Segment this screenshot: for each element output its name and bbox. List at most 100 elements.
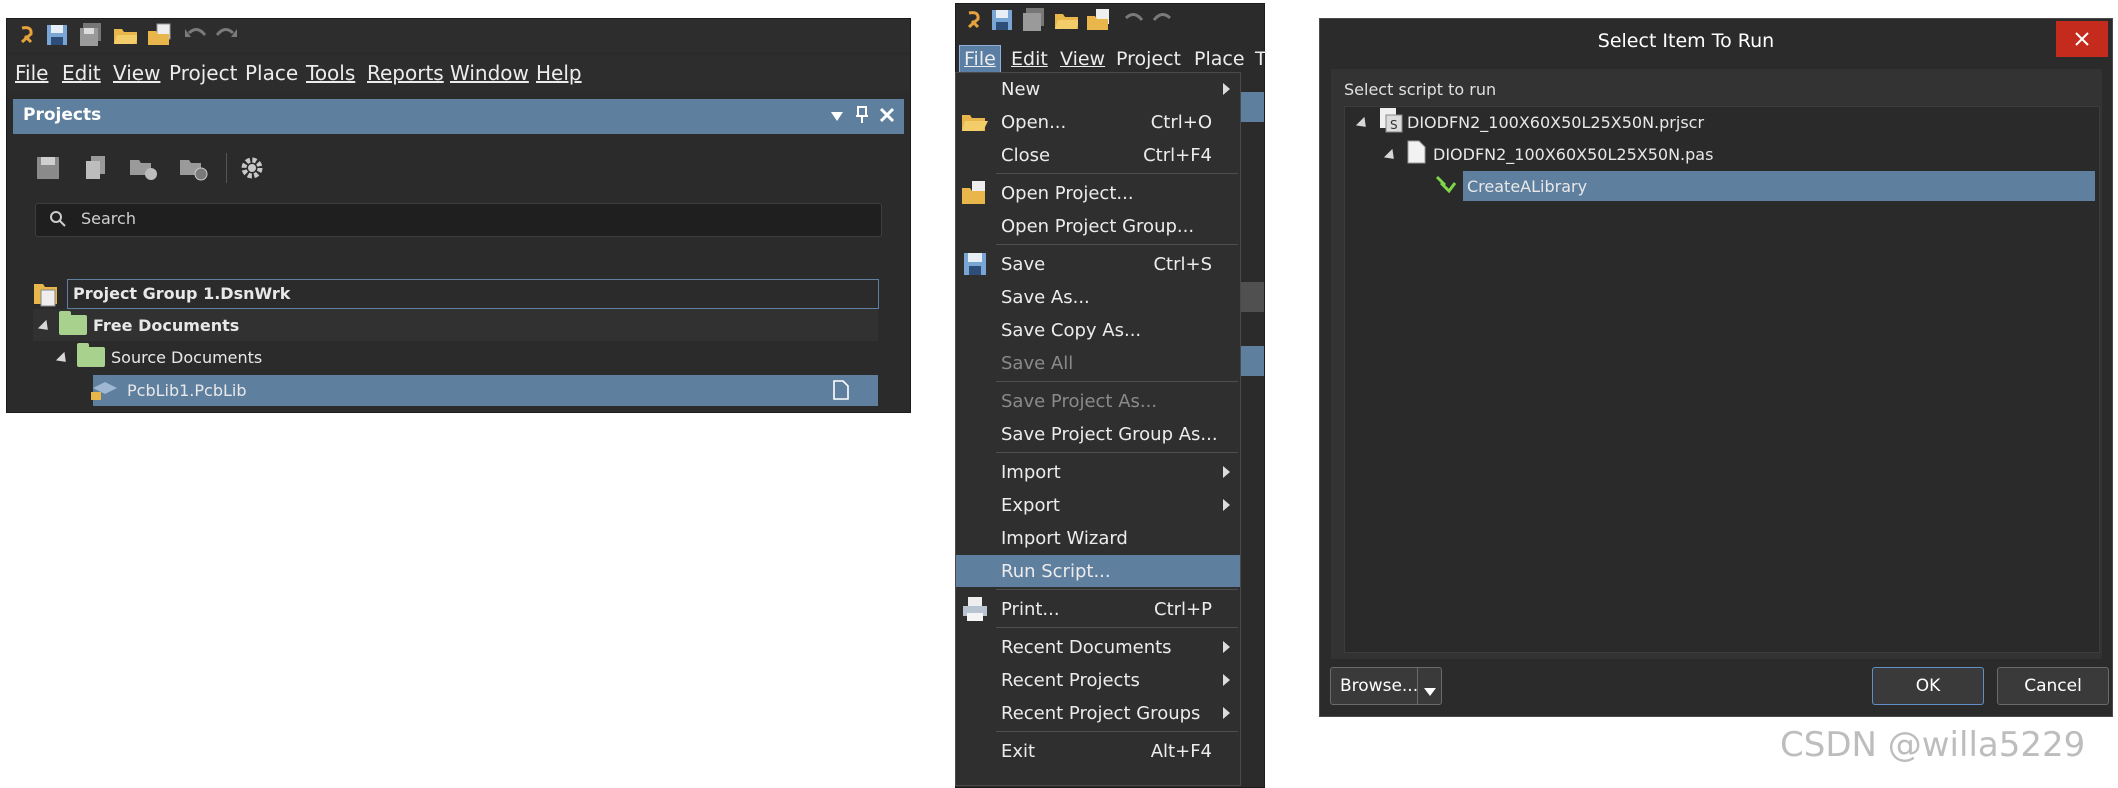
procedure-arrow-icon — [1435, 173, 1461, 199]
menu-window[interactable]: Window — [450, 61, 529, 85]
open-project-icon[interactable] — [1086, 8, 1110, 32]
file-menu-item-print[interactable]: Print... Ctrl+P — [956, 593, 1240, 625]
menu-place[interactable]: Place — [1194, 48, 1245, 70]
expand-triangle-icon[interactable] — [1383, 145, 1399, 164]
open-folder-icon — [960, 108, 990, 136]
tree-row-source-documents[interactable]: Source Documents — [33, 341, 878, 373]
altium-logo-icon[interactable] — [962, 8, 986, 32]
open-folder-icon[interactable] — [113, 23, 137, 47]
save-icon[interactable] — [990, 8, 1014, 32]
tree-row-project[interactable]: S DIODFN2_100X60X50L25X50N.prjscr — [1353, 107, 1704, 137]
project-settings-icon[interactable] — [177, 151, 211, 185]
tree-row-procedure[interactable]: CreateALibrary — [1435, 171, 2095, 201]
menu-help[interactable]: Help — [536, 61, 582, 85]
file-menu-label: Save — [1001, 253, 1046, 275]
save-all-icon[interactable] — [79, 23, 103, 47]
tree-row-pcblib[interactable]: PcbLib1.PcbLib — [33, 374, 878, 406]
file-menu-item-new[interactable]: New — [956, 73, 1240, 105]
ok-button[interactable]: OK — [1872, 667, 1984, 705]
menu-file[interactable]: File — [15, 61, 48, 85]
background-highlight — [1240, 92, 1264, 122]
close-icon — [2075, 32, 2089, 46]
close-icon[interactable] — [879, 107, 895, 128]
menu-view[interactable]: View — [113, 61, 160, 85]
save-project-icon[interactable] — [31, 151, 65, 185]
save-icon[interactable] — [45, 23, 69, 47]
file-menu-item-import[interactable]: Import — [956, 456, 1240, 488]
menu-separator — [996, 731, 1238, 732]
folder-icon — [77, 343, 105, 367]
menu-reports[interactable]: Reports — [367, 61, 444, 85]
file-menu-item-save-copy-as[interactable]: Save Copy As... — [956, 314, 1240, 346]
search-placeholder: Search — [81, 209, 136, 228]
redo-icon[interactable] — [1150, 8, 1174, 32]
file-menu-item-recent-documents[interactable]: Recent Documents — [956, 631, 1240, 663]
file-menu-item-close[interactable]: Close Ctrl+F4 — [956, 139, 1240, 171]
expand-triangle-icon[interactable] — [37, 316, 53, 335]
select-item-dialog: Select Item To Run Select script to run … — [1319, 18, 2113, 717]
menu-place[interactable]: Place — [245, 61, 298, 85]
file-menu-item-recent-projects[interactable]: Recent Projects — [956, 664, 1240, 696]
project-options-icon[interactable] — [127, 151, 161, 185]
menu-edit[interactable]: Edit — [1011, 48, 1048, 70]
file-menu-label: Save As... — [1001, 286, 1090, 308]
dialog-title: Select Item To Run — [1597, 30, 1775, 52]
project-group-label: Project Group 1.DsnWrk — [73, 283, 291, 303]
search-input[interactable]: Search — [35, 203, 882, 237]
file-menu-item-open-project-group[interactable]: Open Project Group... — [956, 210, 1240, 242]
project-tree: Project Group 1.DsnWrk Free Documents So… — [33, 259, 889, 409]
dialog-close-button[interactable] — [2056, 21, 2108, 57]
menu-project[interactable]: Project — [1116, 48, 1181, 70]
background-highlight — [1240, 346, 1264, 376]
file-menu-item-open-project[interactable]: Open Project... — [956, 177, 1240, 209]
file-menu-item-save-as[interactable]: Save As... — [956, 281, 1240, 313]
panel-menu-icon[interactable] — [830, 108, 844, 128]
save-all-icon[interactable] — [1022, 8, 1046, 32]
pin-icon[interactable] — [855, 106, 869, 129]
menu-project[interactable]: Project — [169, 61, 237, 85]
tree-row-unit[interactable]: DIODFN2_100X60X50L25X50N.pas — [1381, 139, 1713, 169]
menu-tools[interactable]: Tools — [306, 61, 355, 85]
shortcut-label: Ctrl+O — [1150, 111, 1212, 133]
altium-logo-icon[interactable] — [15, 23, 39, 47]
file-menu-item-import-wizard[interactable]: Import Wizard — [956, 522, 1240, 554]
tree-row-free-documents[interactable]: Free Documents — [33, 309, 878, 341]
menu-separator — [996, 627, 1238, 628]
file-menu-item-save[interactable]: Save Ctrl+S — [956, 248, 1240, 280]
file-menu-item-open[interactable]: Open... Ctrl+O — [956, 106, 1240, 138]
shortcut-label: Ctrl+F4 — [1143, 144, 1212, 166]
file-menu-label: Open Project Group... — [1001, 215, 1195, 237]
file-menu-item-save-project-group-as[interactable]: Save Project Group As... — [956, 418, 1240, 450]
browse-button[interactable]: Browse... — [1330, 667, 1442, 705]
file-menu-label: Recent Projects — [1001, 669, 1140, 691]
expand-triangle-icon[interactable] — [55, 348, 71, 367]
tree-row-project-group[interactable]: Project Group 1.DsnWrk — [33, 277, 879, 309]
gear-icon[interactable] — [235, 151, 269, 185]
menu-file[interactable]: File — [964, 48, 996, 70]
file-menu-item-exit[interactable]: Exit Alt+F4 — [956, 735, 1240, 767]
pcblib-icon — [89, 378, 119, 408]
projects-toolbar — [7, 141, 910, 191]
file-menu-item-run-script[interactable]: Run Script... — [956, 555, 1240, 587]
search-icon — [50, 211, 66, 232]
undo-icon[interactable] — [183, 23, 207, 47]
menu-edit[interactable]: Edit — [62, 61, 101, 85]
undo-icon[interactable] — [1120, 8, 1144, 32]
document-icon[interactable] — [833, 380, 849, 404]
open-project-icon[interactable] — [147, 23, 171, 47]
file-menu-label: Recent Project Groups — [1001, 702, 1201, 724]
file-menu-label: Save Project As... — [1001, 390, 1158, 412]
menu-truncated[interactable]: T — [1255, 48, 1267, 70]
print-icon — [960, 595, 990, 623]
file-menu-item-recent-project-groups[interactable]: Recent Project Groups — [956, 697, 1240, 729]
cancel-button[interactable]: Cancel — [1997, 667, 2109, 705]
open-folder-icon[interactable] — [1054, 8, 1078, 32]
menu-separator — [996, 452, 1238, 453]
compile-icon[interactable] — [79, 151, 113, 185]
submenu-arrow-icon — [1223, 707, 1230, 719]
chevron-down-icon[interactable] — [1424, 682, 1436, 702]
expand-triangle-icon[interactable] — [1355, 113, 1371, 132]
menu-view[interactable]: View — [1060, 48, 1105, 70]
file-menu-item-export[interactable]: Export — [956, 489, 1240, 521]
redo-icon[interactable] — [213, 23, 237, 47]
